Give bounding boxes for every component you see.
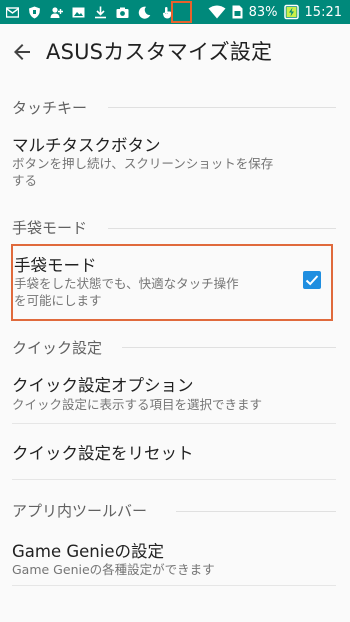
check-icon xyxy=(305,275,319,286)
divider xyxy=(12,423,336,424)
wifi-icon xyxy=(208,5,226,19)
glove-mode-checkbox[interactable] xyxy=(303,271,321,289)
arrow-back-icon[interactable] xyxy=(10,40,34,64)
multitask-button-title[interactable]: マルチタスクボタン xyxy=(12,132,161,156)
section-header-quick-settings: クイック設定 xyxy=(12,337,103,358)
section-line xyxy=(108,107,336,108)
section-header-in-app-toolbar: アプリ内ツールバー xyxy=(12,500,148,521)
section-line xyxy=(122,347,336,348)
status-bar: 83% 15:21 xyxy=(0,0,350,24)
download-icon xyxy=(95,6,106,18)
app-bar: ASUSカスタマイズ設定 xyxy=(0,24,350,80)
quick-settings-reset[interactable]: クイック設定をリセット xyxy=(12,440,194,464)
glove-mode-subtitle-line1: 手袋をした状態でも、快適なタッチ操作 xyxy=(14,276,239,291)
status-right: 83% 15:21 xyxy=(208,0,342,24)
person-add-icon xyxy=(50,6,63,18)
touch-icon-highlight xyxy=(171,1,192,23)
glove-mode-title[interactable]: 手袋モード xyxy=(14,252,97,276)
mail-icon xyxy=(6,6,19,18)
sim-icon xyxy=(232,5,243,19)
section-header-glove-mode: 手袋モード xyxy=(12,217,88,238)
game-genie-title[interactable]: Game Genieの設定 xyxy=(12,538,164,562)
multitask-button-subtitle-line2: する xyxy=(12,173,38,188)
clock: 15:21 xyxy=(304,4,342,20)
battery-percent: 83% xyxy=(248,4,278,20)
battery-icon xyxy=(283,4,299,20)
image-icon xyxy=(72,7,85,17)
divider xyxy=(12,479,336,480)
moon-icon xyxy=(138,6,151,19)
game-genie-subtitle: Game Genieの各種設定ができます xyxy=(12,562,215,577)
multitask-button-subtitle-line1: ボタンを押し続け、スクリーンショットを保存 xyxy=(12,156,274,171)
notification-icons xyxy=(6,0,173,24)
quick-settings-option-title[interactable]: クイック設定オプション xyxy=(12,372,194,396)
section-line xyxy=(176,511,336,512)
shield-icon xyxy=(29,6,40,18)
section-line xyxy=(108,228,336,229)
quick-settings-option-subtitle: クイック設定に表示する項目を選択できます xyxy=(12,397,263,412)
divider xyxy=(12,585,336,586)
camera-icon xyxy=(116,7,129,18)
section-header-touch-key: タッチキー xyxy=(12,97,88,118)
page-title: ASUSカスタマイズ設定 xyxy=(46,40,273,64)
glove-mode-subtitle-line2: を可能にします xyxy=(14,293,102,308)
